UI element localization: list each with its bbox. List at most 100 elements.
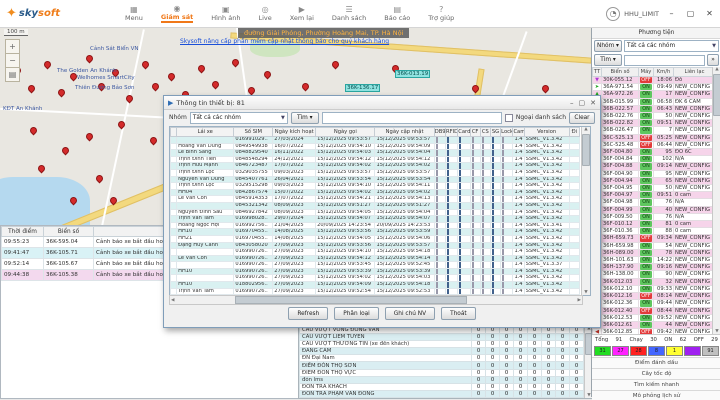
cf-checkbox[interactable] (470, 189, 480, 196)
toolbar-item[interactable]: ◉ Giám sát (152, 1, 202, 27)
status-color-box[interactable]: 1 (666, 346, 683, 356)
card-checkbox[interactable] (458, 288, 470, 295)
cs-checkbox[interactable] (480, 143, 490, 150)
map-pin-icon[interactable] (43, 60, 53, 70)
card-checkbox[interactable] (458, 209, 470, 216)
sidebar-find-dropdown[interactable]: Tìm ▾ (594, 54, 622, 66)
map-pin-icon[interactable] (331, 60, 341, 70)
map-zoom-out-button[interactable]: − (5, 53, 20, 68)
lock-checkbox[interactable] (501, 249, 513, 256)
rfid-checkbox[interactable] (445, 275, 457, 282)
sg-checkbox[interactable] (490, 222, 500, 229)
device-row[interactable]: Nguyễn Đình Sáu 0846927842 08/09/2023 15… (171, 209, 580, 216)
vehicle-row[interactable]: ◀ 36F-004.97 ON 09:51 0 cam (593, 192, 716, 199)
cf-checkbox[interactable] (470, 183, 480, 190)
device-row[interactable]: 016991029.. 27/03/2024 15/12/2025 09:53:… (171, 137, 580, 144)
vehicle-row[interactable]: ➤ 36F-010.36 ON 88 0 cam (593, 228, 716, 235)
col-sg[interactable]: SG (490, 128, 500, 137)
device-row[interactable]: Trịnh Đình Lộc 0329035755 09/03/2023 15/… (171, 169, 580, 176)
cf-checkbox[interactable] (470, 242, 480, 249)
lock-checkbox[interactable] (501, 137, 513, 144)
col-speed[interactable]: Km/h (654, 68, 674, 77)
card-checkbox[interactable] (458, 249, 470, 256)
db9-checkbox[interactable] (434, 189, 445, 196)
map-pin-icon[interactable] (247, 86, 257, 96)
lock-checkbox[interactable] (501, 209, 513, 216)
col-cam[interactable]: Cam (513, 128, 524, 137)
vehicle-row[interactable]: ▲ 36K-012.36 ON 09:44 NEW_CONFIG (593, 300, 716, 307)
vehicle-row[interactable]: ▲ 36F-004.94 ON 65 NEW_CONFIG (593, 177, 716, 184)
alerts-col-plate[interactable]: Biển số (44, 227, 94, 237)
cf-checkbox[interactable] (470, 163, 480, 170)
lock-checkbox[interactable] (501, 196, 513, 203)
device-row[interactable]: HH10 018802956.. 27/09/2023 15/12/2025 0… (171, 282, 580, 289)
db9-checkbox[interactable] (434, 235, 445, 242)
db9-checkbox[interactable] (434, 275, 445, 282)
cs-checkbox[interactable] (480, 255, 490, 262)
col-power[interactable]: Máy (639, 68, 654, 77)
device-row[interactable]: Hoàng Văn Dũng 0849549938 16/07/2022 15/… (171, 143, 580, 150)
vehicle-row[interactable]: ➤ 36K-012.03 ON 32 NEW_CONFIG (593, 278, 716, 285)
rfid-checkbox[interactable] (445, 262, 457, 269)
db9-checkbox[interactable] (434, 216, 445, 223)
device-row[interactable]: Trịnh Văn Tam 016998028.. 29/07/2024 15/… (171, 216, 580, 223)
db9-checkbox[interactable] (434, 202, 445, 209)
map-layers-button[interactable]: ▤ (5, 67, 20, 82)
cf-checkbox[interactable] (470, 209, 480, 216)
cf-checkbox[interactable] (470, 156, 480, 163)
cs-checkbox[interactable] (480, 183, 490, 190)
sg-checkbox[interactable] (490, 275, 500, 282)
lock-checkbox[interactable] (501, 229, 513, 236)
device-row[interactable]: Nguyễn Văn Dũng 0845407761 26/04/2021 15… (171, 176, 580, 183)
col-sim[interactable]: Số SIM (234, 128, 273, 137)
db9-checkbox[interactable] (434, 288, 445, 295)
device-row[interactable]: Trịnh Hữu Mạnh 0846723487 17/07/2022 15/… (171, 163, 580, 170)
lock-checkbox[interactable] (501, 202, 513, 209)
vehicle-row[interactable]: ➤ 36F-004.95 ON 50 NEW_CONFIG (593, 185, 716, 192)
vehicles-scrollbar[interactable]: ▲ ▼ (712, 67, 720, 334)
sg-checkbox[interactable] (490, 255, 500, 262)
cs-checkbox[interactable] (480, 222, 490, 229)
vehicle-row[interactable]: ▼ 36K-012.16 OFF 08:14 NEW_CONFIG (593, 293, 716, 300)
rfid-checkbox[interactable] (445, 209, 457, 216)
device-grid-hscrollbar[interactable]: ◀ ▶ (169, 295, 583, 305)
sidebar-menu-item[interactable]: Mô phỏng lịch sử (592, 390, 720, 400)
vehicle-row[interactable]: ◀ 36K-012.53 ON 09:52 NEW_CONFIG (593, 314, 716, 321)
sidebar-group-dropdown[interactable]: Nhóm ▾ (594, 40, 622, 52)
lock-checkbox[interactable] (501, 150, 513, 157)
rfid-checkbox[interactable] (445, 282, 457, 289)
sg-checkbox[interactable] (490, 163, 500, 170)
window-maximize-button[interactable]: ▢ (684, 7, 697, 20)
status-color-box[interactable] (684, 346, 701, 356)
map-pin-icon[interactable] (149, 136, 159, 146)
sg-checkbox[interactable] (490, 156, 500, 163)
sg-checkbox[interactable] (490, 282, 500, 289)
vehicle-row[interactable]: ➤ 36F-010.12 ON 81 0 cam (593, 221, 716, 228)
device-row[interactable]: HH10 016990726.. 27/09/2023 15/12/2025 0… (171, 268, 580, 275)
cs-checkbox[interactable] (480, 176, 490, 183)
rfid-checkbox[interactable] (445, 189, 457, 196)
cs-checkbox[interactable] (480, 169, 490, 176)
cf-checkbox[interactable] (470, 150, 480, 157)
lock-checkbox[interactable] (501, 189, 513, 196)
card-checkbox[interactable] (458, 183, 470, 190)
search-input[interactable] (322, 112, 502, 124)
vehicle-row[interactable]: ◀ 36K-012.85 OFF 09:42 NEW_CONFIG (593, 329, 716, 334)
dialog-close-button[interactable]: ✕ (590, 99, 596, 107)
vehicle-row[interactable]: ▼ 36H-101.63 ON 14:22 NEW_CONFIG (593, 257, 716, 264)
vehicle-row[interactable]: ▲ 36K-012.10 ON 09:33 NEW_CONFIG (593, 285, 716, 292)
zone-row[interactable]: ĐÓN TRẢ KHÁCH 0 0 0 0 0 0 0 0 (300, 383, 584, 390)
db9-checkbox[interactable] (434, 156, 445, 163)
vehicle-row[interactable]: ▲ 36F-009.50 ON 76 N/A (593, 213, 716, 220)
cs-checkbox[interactable] (480, 209, 490, 216)
col-call-date[interactable]: Ngày gọi (316, 128, 375, 137)
rfid-checkbox[interactable] (445, 156, 457, 163)
db9-checkbox[interactable] (434, 282, 445, 289)
lock-checkbox[interactable] (501, 163, 513, 170)
vehicle-row[interactable]: ▲ 36H-659.98 ON 54 NEW_CONFIG (593, 242, 716, 249)
rfid-checkbox[interactable] (445, 183, 457, 190)
cs-checkbox[interactable] (480, 242, 490, 249)
card-checkbox[interactable] (458, 169, 470, 176)
vehicle-row[interactable]: ▲ 36K-012.40 OFF 08:44 NEW_CONFIG (593, 307, 716, 314)
toolbar-item[interactable]: ◎ Live (249, 1, 280, 27)
